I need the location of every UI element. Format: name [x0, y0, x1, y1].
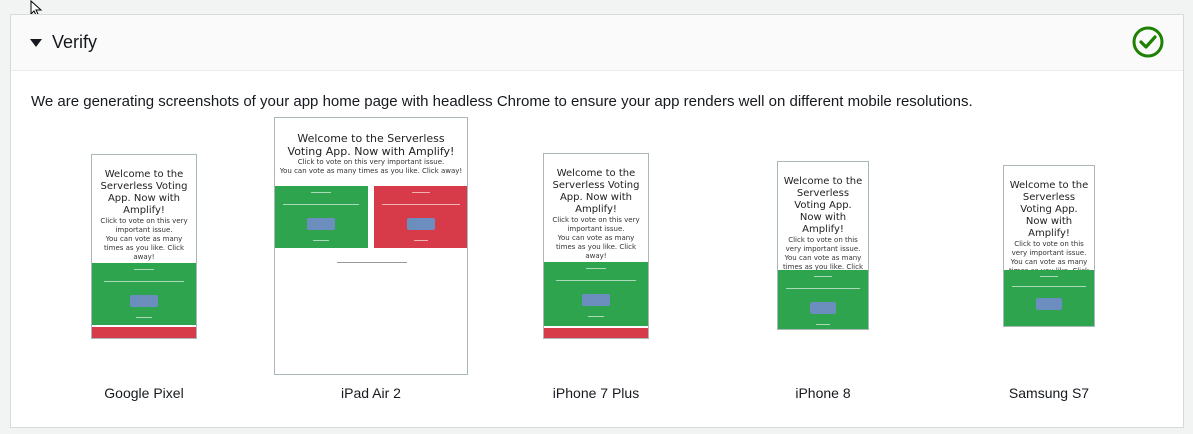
- vote-button: [130, 295, 158, 307]
- vote-panel-green: [544, 262, 648, 326]
- vote-panel-green: [778, 270, 868, 329]
- vote-panel-red: [374, 186, 467, 248]
- vote-panel-red: [544, 328, 648, 338]
- app-subtext: Click to vote on this very important iss…: [297, 158, 445, 166]
- device-screenshot-google-pixel[interactable]: Welcome to the Serverless Voting App. No…: [91, 154, 197, 339]
- app-subtext: Click to vote on this very important iss…: [100, 217, 188, 234]
- device-screenshot-samsung-s7[interactable]: Welcome to the Serverless Voting App. No…: [1003, 165, 1095, 327]
- app-subtext: You can vote as many times as you like. …: [279, 167, 463, 175]
- section-title: Verify: [52, 32, 98, 52]
- app-heading: Welcome to the Serverless Voting App. No…: [100, 169, 188, 216]
- vote-button: [307, 218, 335, 230]
- app-heading: Welcome to the Serverless Voting App. No…: [783, 176, 863, 235]
- device-label-samsung-s7: Samsung S7: [1008, 385, 1090, 401]
- app-heading: Welcome to the Serverless Voting App. No…: [287, 132, 455, 158]
- device-label-iphone-8: iPhone 8: [795, 385, 851, 401]
- app-subtext: You can vote as many times as you like. …: [555, 234, 637, 260]
- vote-button: [582, 294, 610, 306]
- app-subtext: Click to vote on this very important iss…: [785, 236, 861, 253]
- vote-button: [1036, 298, 1062, 310]
- vote-panel-green: [275, 186, 368, 248]
- device-screenshot-iphone-8[interactable]: Welcome to the Serverless Voting App. No…: [777, 161, 869, 330]
- device-label-ipad-air-2: iPad Air 2: [341, 385, 401, 401]
- caret-down-icon[interactable]: [30, 38, 42, 47]
- app-heading: Welcome to the Serverless Voting App. No…: [552, 168, 640, 215]
- app-subtext: You can vote as many times as you like. …: [103, 235, 185, 261]
- vote-panel-green: [92, 263, 196, 325]
- app-subtext: Click to vote on this very important iss…: [552, 216, 640, 233]
- device-screenshot-ipad-air-2[interactable]: Welcome to the Serverless Voting App. No…: [274, 117, 468, 375]
- device-screenshot-iphone-7-plus[interactable]: Welcome to the Serverless Voting App. No…: [543, 153, 649, 339]
- app-heading: Welcome to the Serverless Voting App. No…: [1009, 180, 1089, 239]
- check-circle-icon: [1132, 26, 1164, 58]
- vote-panel-red: [92, 327, 196, 338]
- vote-button: [810, 302, 836, 314]
- verify-header[interactable]: Verify: [11, 15, 1183, 71]
- section-description: We are generating screenshots of your ap…: [31, 93, 973, 110]
- vote-panel-green: [1004, 270, 1094, 326]
- verify-panel: Verify We are generating screenshots of …: [10, 14, 1184, 428]
- device-label-google-pixel: Google Pixel: [104, 385, 184, 401]
- vote-button: [407, 218, 435, 230]
- device-label-iphone-7-plus: iPhone 7 Plus: [552, 385, 640, 401]
- app-subtext: Click to vote on this very important iss…: [1011, 240, 1087, 257]
